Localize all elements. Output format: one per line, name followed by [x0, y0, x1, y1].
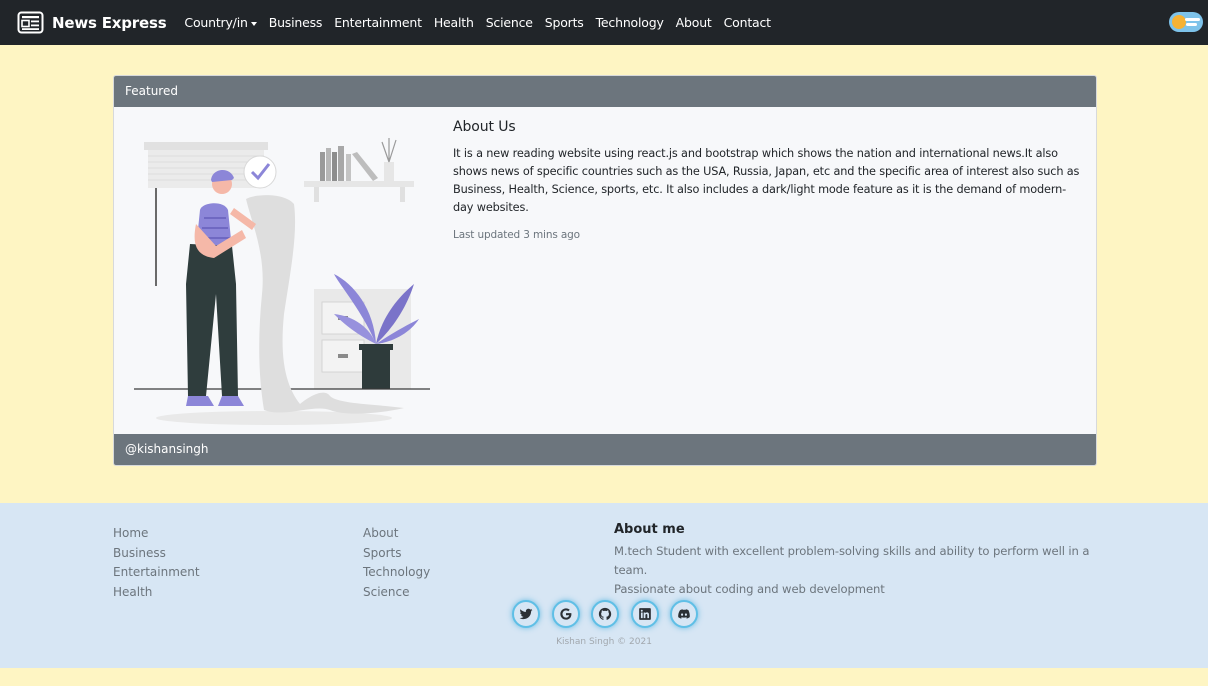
- card-text: It is a new reading website using react.…: [453, 147, 1080, 214]
- nav-health[interactable]: Health: [434, 15, 474, 30]
- nav-country-dropdown[interactable]: Country/in: [184, 15, 257, 30]
- brand-link[interactable]: News Express: [17, 11, 167, 34]
- nav-technology[interactable]: Technology: [596, 15, 664, 30]
- person-reading-illustration: [134, 138, 430, 425]
- copyright-text: Kishan Singh © 2021: [556, 637, 652, 647]
- footer-links-col-2: About Sports Technology Science: [363, 524, 430, 603]
- footer-link-technology[interactable]: Technology: [363, 563, 430, 583]
- nav-science[interactable]: Science: [486, 15, 533, 30]
- google-button[interactable]: [551, 600, 580, 628]
- footer-link-home[interactable]: Home: [113, 524, 200, 544]
- newspaper-icon: [17, 11, 44, 34]
- last-updated-text: Last updated 3 mins ago: [453, 229, 580, 241]
- footer-link-health[interactable]: Health: [113, 583, 200, 603]
- footer-link-business[interactable]: Business: [113, 544, 200, 564]
- nav-about[interactable]: About: [676, 15, 712, 30]
- footer-link-sports[interactable]: Sports: [363, 544, 430, 564]
- day-night-toggle-icon[interactable]: [1169, 12, 1203, 32]
- cloud-icon: [1185, 18, 1200, 21]
- twitter-button[interactable]: [512, 600, 540, 628]
- footer-about-title: About me: [614, 522, 685, 537]
- footer-link-about[interactable]: About: [363, 524, 430, 544]
- linkedin-icon: [638, 608, 651, 620]
- cloud-icon: [1186, 23, 1197, 26]
- footer-links-col-1: Home Business Entertainment Health: [113, 524, 200, 603]
- footer-link-entertainment[interactable]: Entertainment: [113, 563, 200, 583]
- card-body: About Us It is a new reading website usi…: [453, 119, 1083, 241]
- card-header: Featured: [114, 76, 1096, 107]
- footer-about-line-2: Passionate about coding and web developm…: [614, 582, 885, 596]
- discord-icon: [678, 609, 690, 619]
- footer-about: About me M.tech Student with excellent p…: [614, 522, 1104, 599]
- card-title: About Us: [453, 119, 516, 135]
- nav-contact[interactable]: Contact: [724, 15, 771, 30]
- twitter-icon: [519, 608, 533, 620]
- github-icon: [598, 607, 612, 620]
- social-links: [512, 600, 710, 628]
- card-footer: @kishansingh: [114, 434, 1096, 465]
- brand-name: News Express: [52, 13, 167, 32]
- navbar: News Express Country/in Business Enterta…: [0, 0, 1208, 45]
- caret-down-icon: [250, 21, 257, 26]
- page-footer: Home Business Entertainment Health About…: [0, 503, 1208, 668]
- nav-links: Country/in Business Entertainment Health…: [184, 15, 782, 30]
- discord-button[interactable]: [670, 600, 698, 628]
- nav-sports[interactable]: Sports: [545, 15, 584, 30]
- featured-card: Featured About Us It is a new reading we…: [113, 75, 1097, 466]
- nav-business[interactable]: Business: [269, 15, 323, 30]
- linkedin-button[interactable]: [630, 600, 659, 628]
- google-icon: [559, 608, 571, 620]
- github-button[interactable]: [591, 600, 619, 628]
- footer-link-science[interactable]: Science: [363, 583, 430, 603]
- nav-country-label: Country/in: [184, 15, 248, 30]
- nav-entertainment[interactable]: Entertainment: [334, 15, 422, 30]
- footer-about-line-1: M.tech Student with excellent problem-so…: [614, 544, 1090, 577]
- sun-icon: [1172, 15, 1186, 29]
